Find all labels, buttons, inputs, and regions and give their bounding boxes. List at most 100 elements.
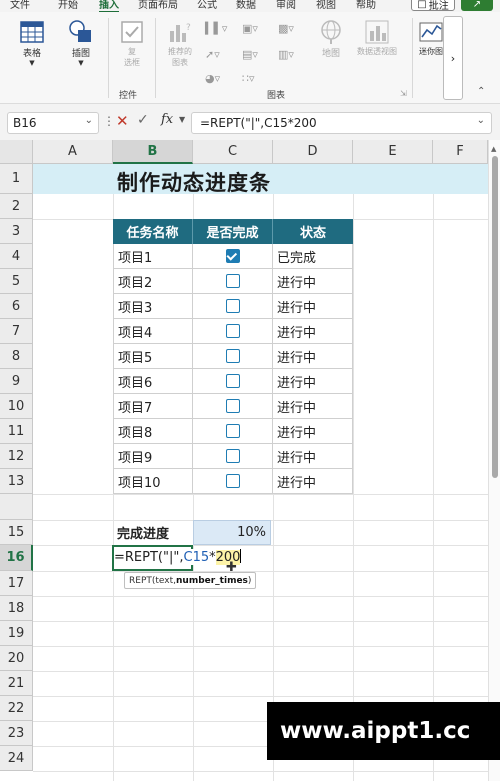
menu-file[interactable]: 文件 — [10, 0, 30, 11]
menu-page-layout[interactable]: 页面布局 — [138, 0, 178, 11]
ribbon-scroll-right-button[interactable]: › — [443, 16, 463, 100]
checkbox-unchecked[interactable] — [225, 449, 240, 463]
row-header[interactable]: 3 — [0, 219, 33, 244]
done-cell[interactable] — [193, 444, 273, 469]
chevron-down-icon[interactable]: ⌄ — [85, 115, 93, 126]
sparklines-button[interactable]: 迷你图 — [416, 18, 446, 57]
progress-value-cell[interactable]: 10% — [193, 520, 271, 545]
status-cell[interactable]: 进行中 — [273, 444, 353, 469]
line-chart-icon[interactable]: ➚▿ — [205, 48, 220, 61]
select-all-corner[interactable] — [0, 140, 33, 164]
row-header[interactable]: 8 — [0, 344, 33, 369]
done-cell[interactable] — [193, 344, 273, 369]
row-header[interactable]: 22 — [0, 696, 33, 721]
checkbox-unchecked[interactable] — [225, 324, 240, 338]
task-name-cell[interactable]: 项目4 — [113, 319, 193, 344]
scatter-chart-icon[interactable]: ∷▿ — [242, 72, 255, 85]
task-name-cell[interactable]: 项目10 — [113, 469, 193, 494]
row-header[interactable]: 18 — [0, 596, 33, 621]
header-done[interactable]: 是否完成 — [193, 219, 273, 244]
row-header[interactable]: 5 — [0, 269, 33, 294]
done-cell[interactable] — [193, 469, 273, 494]
menu-review[interactable]: 审阅 — [276, 0, 296, 11]
row-header[interactable]: 21 — [0, 671, 33, 696]
pie-chart-icon[interactable]: ◕▿ — [205, 72, 220, 85]
dialog-launcher-icon[interactable]: ⇲ — [400, 89, 407, 98]
column-header-d[interactable]: D — [273, 140, 353, 164]
comment-button[interactable]: □ 批注 — [411, 0, 455, 12]
waterfall-chart-icon[interactable]: ▤▿ — [242, 48, 258, 61]
status-cell[interactable]: 进行中 — [273, 294, 353, 319]
checkbox-unchecked[interactable] — [225, 349, 240, 363]
task-name-cell[interactable]: 项目6 — [113, 369, 193, 394]
task-name-cell[interactable]: 项目1 — [113, 244, 193, 269]
expand-formula-icon[interactable]: ⌄ — [477, 115, 485, 126]
done-cell[interactable] — [193, 369, 273, 394]
column-header-b[interactable]: B — [113, 140, 193, 164]
combo-chart-icon[interactable]: ▩▿ — [278, 22, 294, 35]
confirm-entry-icon[interactable]: ✓ — [137, 112, 149, 128]
column-chart-icon[interactable]: ▍▌▿ — [205, 22, 227, 35]
row-header[interactable]: 13 — [0, 469, 33, 494]
name-box[interactable]: B16 ⌄ — [7, 112, 99, 134]
insert-function-button[interactable]: fx — [161, 112, 173, 127]
row-header[interactable]: 19 — [0, 621, 33, 646]
column-header-f[interactable]: F — [433, 140, 488, 164]
row-header[interactable]: 11 — [0, 419, 33, 444]
row-header[interactable]: 6 — [0, 294, 33, 319]
done-cell[interactable] — [193, 394, 273, 419]
column-header-c[interactable]: C — [193, 140, 273, 164]
menu-data[interactable]: 数据 — [236, 0, 256, 11]
checkbox-unchecked[interactable] — [225, 474, 240, 488]
column-header-e[interactable]: E — [353, 140, 433, 164]
row-header-active[interactable]: 16 — [0, 545, 33, 571]
row-header[interactable]: 4 — [0, 244, 33, 269]
hierarchy-chart-icon[interactable]: ▣▿ — [242, 22, 258, 35]
menu-view[interactable]: 视图 — [316, 0, 336, 11]
share-button[interactable]: ↗ — [461, 0, 493, 11]
done-cell[interactable] — [193, 319, 273, 344]
status-cell[interactable]: 进行中 — [273, 319, 353, 344]
task-name-cell[interactable]: 项目9 — [113, 444, 193, 469]
maps-button[interactable]: 地图 — [314, 18, 348, 59]
row-header[interactable]: 2 — [0, 194, 33, 219]
task-name-cell[interactable]: 项目2 — [113, 269, 193, 294]
status-cell[interactable]: 进行中 — [273, 369, 353, 394]
progress-label[interactable]: 完成进度 — [117, 523, 169, 542]
scrollbar-thumb[interactable] — [492, 156, 498, 478]
row-header[interactable]: 17 — [0, 571, 33, 596]
checkbox-unchecked[interactable] — [225, 374, 240, 388]
formula-input[interactable]: =REPT("|",C15*200 ⌄ — [191, 112, 492, 134]
checkbox-unchecked[interactable] — [225, 399, 240, 413]
pivot-chart-button[interactable]: 数据透视图 — [351, 18, 403, 57]
more-icon[interactable]: ⋮ — [103, 114, 115, 128]
stock-chart-icon[interactable]: ▥▿ — [278, 48, 294, 61]
menu-insert[interactable]: 插入 — [99, 0, 119, 12]
menu-formulas[interactable]: 公式 — [197, 0, 217, 11]
status-cell[interactable]: 进行中 — [273, 269, 353, 294]
vertical-scrollbar[interactable]: ▲ — [488, 140, 500, 781]
illustrations-button[interactable]: 插图 ▼ — [67, 18, 95, 67]
collapse-ribbon-icon[interactable]: ⌃ — [477, 86, 485, 97]
row-header[interactable]: 15 — [0, 520, 33, 545]
row-header[interactable]: 23 — [0, 721, 33, 746]
checkbox-control-button[interactable]: 复 选框 — [115, 18, 149, 68]
row-header[interactable]: 24 — [0, 746, 33, 771]
worksheet-grid[interactable]: A B C D E F 1 2 3 4 5 6 7 8 9 10 11 12 1… — [0, 140, 500, 781]
task-name-cell[interactable]: 项目5 — [113, 344, 193, 369]
column-header-a[interactable]: A — [33, 140, 113, 164]
status-cell[interactable]: 进行中 — [273, 394, 353, 419]
done-cell[interactable] — [193, 244, 273, 269]
task-name-cell[interactable]: 项目7 — [113, 394, 193, 419]
done-cell[interactable] — [193, 269, 273, 294]
checkbox-unchecked[interactable] — [225, 299, 240, 313]
row-header[interactable]: 20 — [0, 646, 33, 671]
checkbox-checked[interactable] — [225, 249, 240, 263]
status-cell[interactable]: 进行中 — [273, 419, 353, 444]
status-cell[interactable]: 进行中 — [273, 469, 353, 494]
checkbox-unchecked[interactable] — [225, 424, 240, 438]
status-cell[interactable]: 进行中 — [273, 344, 353, 369]
row-header[interactable]: 10 — [0, 394, 33, 419]
status-cell[interactable]: 已完成 — [273, 244, 353, 269]
task-name-cell[interactable]: 项目3 — [113, 294, 193, 319]
